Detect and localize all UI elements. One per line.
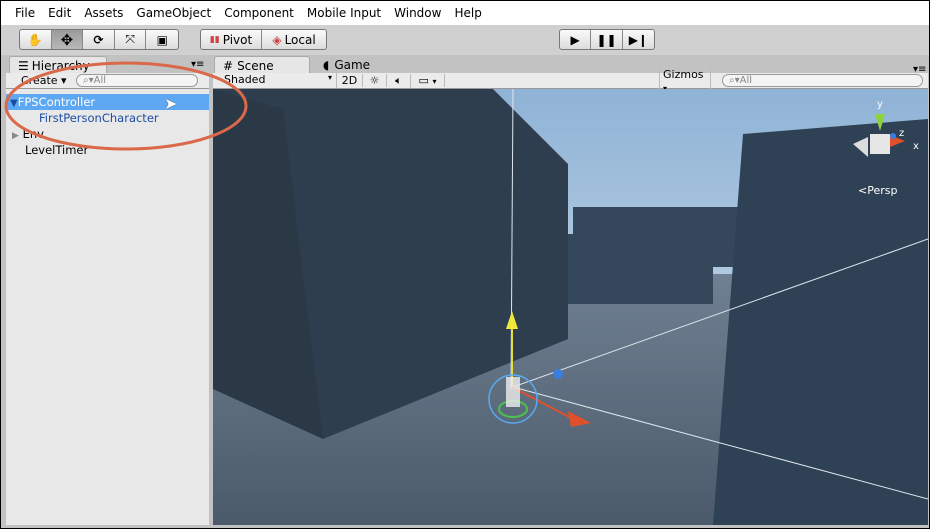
gizmo-z-label: z (899, 128, 904, 139)
play-icon: ▶ (570, 32, 580, 47)
move-tool-button[interactable]: ✥ (51, 30, 84, 49)
hand-icon: ✋ (27, 32, 43, 47)
audio-toggle[interactable]: 🔈︎ (387, 73, 411, 88)
step-button[interactable]: ▶❙ (623, 30, 654, 49)
menu-help[interactable]: Help (454, 6, 481, 20)
menu-gameobject[interactable]: GameObject (136, 6, 211, 20)
play-button[interactable]: ▶ (560, 30, 592, 49)
menu-mobile-input[interactable]: Mobile Input (307, 6, 381, 20)
scene-search-input[interactable]: ⌕▾All (722, 74, 923, 87)
pivot-label: Pivot (222, 32, 253, 47)
hand-tool-button[interactable]: ✋ (20, 30, 52, 49)
gizmo-x-label: x (913, 141, 919, 152)
pivot-icon: ▮▮ (209, 34, 220, 45)
tab-game[interactable]: ◖ Game (315, 56, 395, 74)
menu-component[interactable]: Component (224, 6, 294, 20)
gizmos-label: Gizmos (663, 67, 704, 81)
sun-icon: ☼ (369, 74, 380, 87)
right-wall (713, 119, 928, 525)
effects-dropdown[interactable]: ▭ ▾ (411, 74, 445, 87)
scene-toolbar: Shaded ▾ 2D ☼ 🔈︎ ▭ ▾ Gizmos ▾ ⌕▾All (213, 67, 928, 94)
pause-icon: ❚❚ (596, 32, 617, 47)
rect-tool-button[interactable]: ▣ (146, 30, 178, 49)
menu-assets[interactable]: Assets (84, 6, 123, 20)
rect-icon: ▣ (156, 32, 168, 47)
scale-tool-button[interactable]: ⤧ (115, 30, 147, 49)
local-icon: ◈ (272, 32, 282, 47)
local-button[interactable]: ◈ Local (262, 30, 326, 49)
menu-window[interactable]: Window (394, 6, 441, 20)
transform-tools: ✋ ✥ ⟳ ⤧ ▣ (19, 29, 179, 50)
scale-icon: ⤧ (125, 32, 135, 46)
z-axis-handle (553, 369, 563, 379)
gizmo-y-label: y (877, 99, 883, 110)
lighting-toggle[interactable]: ☼ (363, 74, 387, 87)
local-label: Local (284, 32, 316, 47)
menu-file[interactable]: File (15, 6, 35, 20)
image-icon: ▭ (418, 74, 429, 87)
pivot-toggle-group: ▮▮ Pivot ◈ Local (200, 29, 327, 50)
game-tab-label: Game (334, 58, 371, 72)
rotate-tool-button[interactable]: ⟳ (83, 30, 115, 49)
scene-viewport[interactable]: y z x <Persp (213, 89, 928, 525)
unity-editor-window: File Edit Assets GameObject Component Mo… (0, 0, 930, 529)
highlight-circle-annotation (4, 61, 248, 151)
scene-render: y z x <Persp (213, 89, 928, 525)
pause-button[interactable]: ❚❚ (591, 30, 623, 49)
step-icon: ▶❙ (628, 32, 648, 47)
speaker-icon: 🔈︎ (395, 73, 402, 87)
move-icon: ✥ (60, 30, 74, 49)
pivot-button[interactable]: ▮▮ Pivot (201, 30, 263, 49)
rotate-icon: ⟳ (93, 32, 104, 47)
2d-toggle[interactable]: 2D (337, 74, 363, 87)
pacman-icon: ◖ (323, 58, 330, 72)
playback-controls: ▶ ❚❚ ▶❙ (559, 29, 655, 50)
2d-label: 2D (341, 74, 358, 87)
dropdown-arrow-icon: ▾ (327, 73, 332, 82)
menu-edit[interactable]: Edit (48, 6, 71, 20)
persp-label[interactable]: <Persp (858, 184, 897, 197)
scene-search-placeholder: All (739, 75, 753, 86)
toolbar: ✋ ✥ ⟳ ⤧ ▣ ▮▮ Pivot ◈ Local ▶ ❚❚ ▶❙ (1, 25, 929, 55)
menu-bar: File Edit Assets GameObject Component Mo… (1, 1, 929, 25)
